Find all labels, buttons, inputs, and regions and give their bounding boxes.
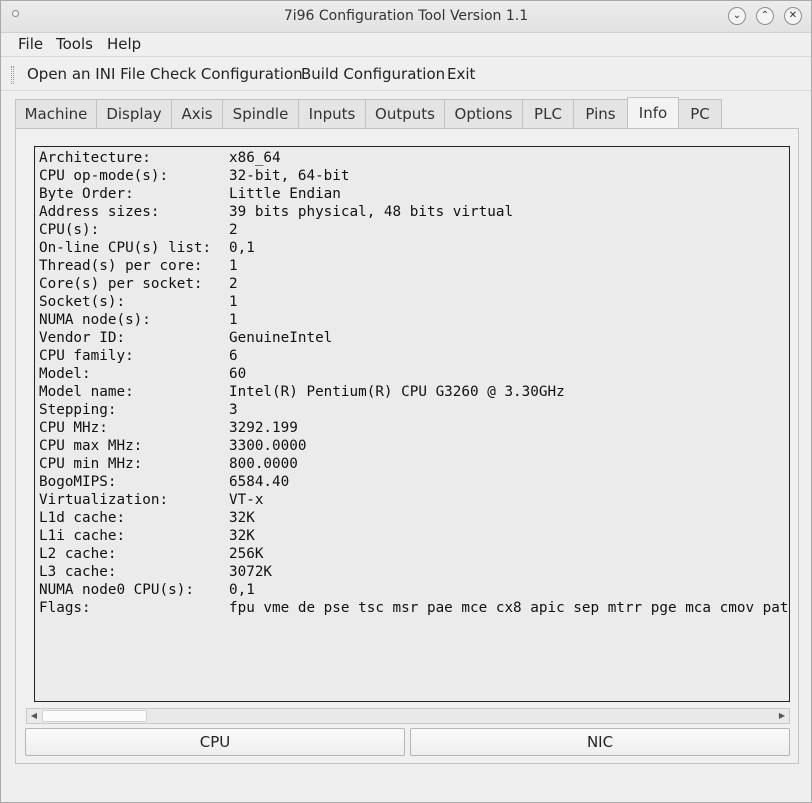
tab-outputs[interactable]: Outputs (365, 99, 445, 128)
info-value: fpu vme de pse tsc msr pae mce cx8 apic … (229, 600, 789, 616)
close-icon: ✕ (788, 10, 798, 21)
tab-inputs[interactable]: Inputs (298, 99, 366, 128)
close-button[interactable]: ✕ (784, 7, 802, 25)
info-value: 800.0000 (229, 456, 298, 472)
info-key: Vendor ID: (39, 330, 126, 346)
horizontal-scrollbar[interactable]: ◀ ▶ (26, 708, 790, 724)
info-key: On-line CPU(s) list: (39, 240, 212, 256)
info-key: Model: (39, 366, 91, 382)
info-value: 3 (229, 402, 238, 418)
info-key: Virtualization: (39, 492, 169, 508)
info-key: NUMA node(s): (39, 312, 151, 328)
info-value: 3072K (229, 564, 273, 580)
menu-help[interactable]: Help (107, 35, 141, 53)
menu-tools[interactable]: Tools (56, 35, 93, 53)
info-value: Intel(R) Pentium(R) CPU G3260 @ 3.30GHz (229, 384, 565, 400)
info-value: 1 (229, 312, 238, 328)
nic-button[interactable]: NIC (410, 728, 790, 756)
tab-info[interactable]: Info (627, 97, 679, 128)
info-value: 2 (229, 276, 238, 292)
info-value: 0,1 (229, 582, 255, 598)
info-value: 2 (229, 222, 238, 238)
exit-button[interactable]: Exit (447, 65, 475, 83)
info-value: Little Endian (229, 186, 341, 202)
chevron-up-icon: ⌃ (760, 10, 770, 21)
tab-pc[interactable]: PC (678, 99, 722, 128)
info-text-area[interactable]: Architecture: x86_64 CPU op-mode(s): 32-bit… (34, 146, 790, 702)
info-value: 6 (229, 348, 238, 364)
tab-spindle[interactable]: Spindle (222, 99, 299, 128)
toolbar-grip[interactable] (11, 66, 14, 84)
info-value: 32K (229, 528, 255, 544)
info-value: 1 (229, 294, 238, 310)
tab-options[interactable]: Options (444, 99, 523, 128)
info-value: GenuineIntel (229, 330, 333, 346)
info-key: L2 cache: (39, 546, 117, 562)
tab-machine[interactable]: Machine (15, 99, 97, 128)
info-key: CPU min MHz: (39, 456, 143, 472)
info-key: L1d cache: (39, 510, 126, 526)
info-key: Thread(s) per core: (39, 258, 203, 274)
info-key: Architecture: (39, 150, 151, 166)
info-value: 3292.199 (229, 420, 298, 436)
app-window: 7i96 Configuration Tool Version 1.1 ⌄ ⌃ … (0, 0, 812, 803)
info-key: L1i cache: (39, 528, 126, 544)
info-key: CPU op-mode(s): (39, 168, 169, 184)
chevron-down-icon: ⌄ (732, 10, 742, 21)
tab-display[interactable]: Display (96, 99, 172, 128)
info-key: CPU family: (39, 348, 134, 364)
info-key: Stepping: (39, 402, 117, 418)
maximize-button[interactable]: ⌃ (756, 7, 774, 25)
toolbar: Open an INI File Check Configuration Bui… (1, 58, 811, 91)
info-value: 1 (229, 258, 238, 274)
menu-bar: File Tools Help (1, 33, 811, 57)
menu-file[interactable]: File (18, 35, 43, 53)
info-value: 6584.40 (229, 474, 290, 490)
info-key: Core(s) per socket: (39, 276, 203, 292)
info-key: Byte Order: (39, 186, 134, 202)
triangle-left-icon[interactable]: ◀ (27, 709, 41, 723)
info-key: L3 cache: (39, 564, 117, 580)
scrollbar-thumb[interactable] (42, 710, 147, 722)
triangle-right-icon[interactable]: ▶ (775, 709, 789, 723)
info-value: 3300.0000 (229, 438, 307, 454)
open-ini-button[interactable]: Open an INI File (27, 65, 145, 83)
info-value: 32K (229, 510, 255, 526)
info-key: Socket(s): (39, 294, 126, 310)
window-title: 7i96 Configuration Tool Version 1.1 (283, 8, 529, 24)
info-tab-panel: Architecture: x86_64 CPU op-mode(s): 32-bit… (15, 128, 799, 764)
tab-pins[interactable]: Pins (573, 99, 628, 128)
tab-plc[interactable]: PLC (522, 99, 574, 128)
info-key: NUMA node0 CPU(s): (39, 582, 194, 598)
minimize-button[interactable]: ⌄ (728, 7, 746, 25)
tab-axis[interactable]: Axis (171, 99, 223, 128)
cpu-button[interactable]: CPU (25, 728, 405, 756)
info-key: BogoMIPS: (39, 474, 117, 490)
info-value: 32-bit, 64-bit (229, 168, 350, 184)
info-key: Model name: (39, 384, 134, 400)
info-key: Address sizes: (39, 204, 160, 220)
info-key: Flags: (39, 600, 91, 616)
title-bar: 7i96 Configuration Tool Version 1.1 ⌄ ⌃ … (1, 1, 811, 33)
info-value: VT-x (229, 492, 264, 508)
build-configuration-button[interactable]: Build Configuration (301, 65, 445, 83)
info-value: x86_64 (229, 150, 281, 166)
info-key: CPU(s): (39, 222, 100, 238)
check-configuration-button[interactable]: Check Configuration (150, 65, 303, 83)
info-value: 0,1 (229, 240, 255, 256)
info-value: 256K (229, 546, 264, 562)
info-key: CPU max MHz: (39, 438, 143, 454)
info-value: 60 (229, 366, 247, 382)
info-value: 39 bits physical, 48 bits virtual (229, 204, 514, 220)
status-bar (1, 765, 811, 802)
info-key: CPU MHz: (39, 420, 108, 436)
